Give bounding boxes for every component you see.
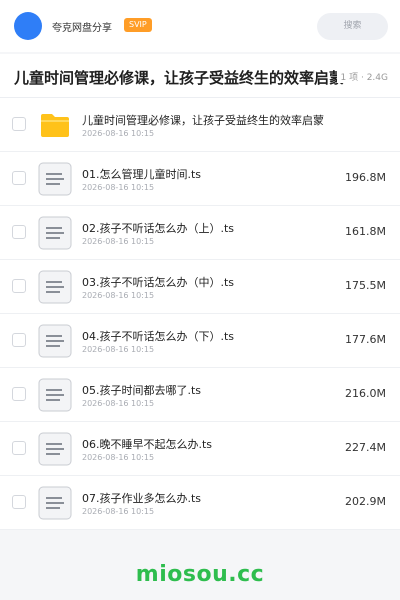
file-size: 216.0M	[345, 387, 386, 400]
watermark: miosou.cc	[135, 562, 265, 587]
app-header: 夸克网盘分享 SVIP 搜索	[0, 0, 400, 52]
select-checkbox[interactable]	[12, 171, 26, 185]
share-meta: 1 项 · 2.4G	[336, 70, 388, 83]
select-checkbox[interactable]	[12, 225, 26, 239]
file-date: 2026-08-16 10:15	[82, 291, 155, 300]
file-icon	[38, 162, 72, 196]
file-name: 05.孩子时间都去哪了.ts	[82, 384, 202, 397]
select-checkbox[interactable]	[12, 117, 26, 131]
file-size: 227.4M	[345, 441, 386, 454]
file-row[interactable]: 05.孩子时间都去哪了.ts 2026-08-16 10:15 216.0M	[0, 368, 400, 422]
share-title-bar: 儿童时间管理必修课，让孩子受益终生的效率启蒙 1 项 · 2.4G	[0, 54, 400, 98]
file-name: 02.孩子不听话怎么办（上）.ts	[82, 222, 235, 235]
file-date: 2026-08-16 10:15	[82, 345, 155, 354]
file-row[interactable]: 03.孩子不听话怎么办（中）.ts 2026-08-16 10:15 175.5…	[0, 260, 400, 314]
folder-icon	[41, 114, 69, 137]
file-size: 196.8M	[345, 171, 386, 184]
folder-row[interactable]: 儿童时间管理必修课，让孩子受益终生的效率启蒙 2026-08-16 10:15	[0, 98, 400, 152]
file-date: 2026-08-16 10:15	[82, 453, 155, 462]
search-input[interactable]: 搜索	[317, 13, 388, 40]
file-name: 07.孩子作业多怎么办.ts	[82, 492, 202, 505]
file-list: 儿童时间管理必修课，让孩子受益终生的效率启蒙 2026-08-16 10:15 …	[0, 98, 400, 530]
select-checkbox[interactable]	[12, 279, 26, 293]
file-row[interactable]: 01.怎么管理儿童时间.ts 2026-08-16 10:15 196.8M	[0, 152, 400, 206]
file-name: 04.孩子不听话怎么办（下）.ts	[82, 330, 235, 343]
file-icon	[38, 216, 72, 250]
file-date: 2026-08-16 10:15	[82, 183, 155, 192]
svip-badge: SVIP	[124, 18, 152, 32]
file-date: 2026-08-16 10:15	[82, 507, 155, 516]
select-checkbox[interactable]	[12, 333, 26, 347]
file-row[interactable]: 07.孩子作业多怎么办.ts 2026-08-16 10:15 202.9M	[0, 476, 400, 530]
select-checkbox[interactable]	[12, 495, 26, 509]
file-size: 175.5M	[345, 279, 386, 292]
file-row[interactable]: 02.孩子不听话怎么办（上）.ts 2026-08-16 10:15 161.8…	[0, 206, 400, 260]
file-icon	[38, 270, 72, 304]
file-row[interactable]: 06.晚不睡早不起怎么办.ts 2026-08-16 10:15 227.4M	[0, 422, 400, 476]
file-name: 儿童时间管理必修课，让孩子受益终生的效率启蒙	[82, 114, 324, 127]
file-date: 2026-08-16 10:15	[82, 129, 155, 138]
file-date: 2026-08-16 10:15	[82, 399, 155, 408]
owner-name: 夸克网盘分享	[52, 23, 112, 34]
file-icon	[38, 324, 72, 358]
file-size: 177.6M	[345, 333, 386, 346]
file-row[interactable]: 04.孩子不听话怎么办（下）.ts 2026-08-16 10:15 177.6…	[0, 314, 400, 368]
avatar[interactable]	[14, 12, 42, 40]
file-icon	[38, 432, 72, 466]
page-title: 儿童时间管理必修课，让孩子受益终生的效率启蒙	[14, 69, 345, 87]
file-date: 2026-08-16 10:15	[82, 237, 155, 246]
file-size: 202.9M	[345, 495, 386, 508]
select-checkbox[interactable]	[12, 441, 26, 455]
file-icon	[38, 378, 72, 412]
file-name: 06.晚不睡早不起怎么办.ts	[82, 438, 213, 451]
file-name: 01.怎么管理儿童时间.ts	[82, 168, 202, 181]
file-icon	[38, 486, 72, 520]
select-checkbox[interactable]	[12, 387, 26, 401]
file-name: 03.孩子不听话怎么办（中）.ts	[82, 276, 235, 289]
file-size: 161.8M	[345, 225, 386, 238]
